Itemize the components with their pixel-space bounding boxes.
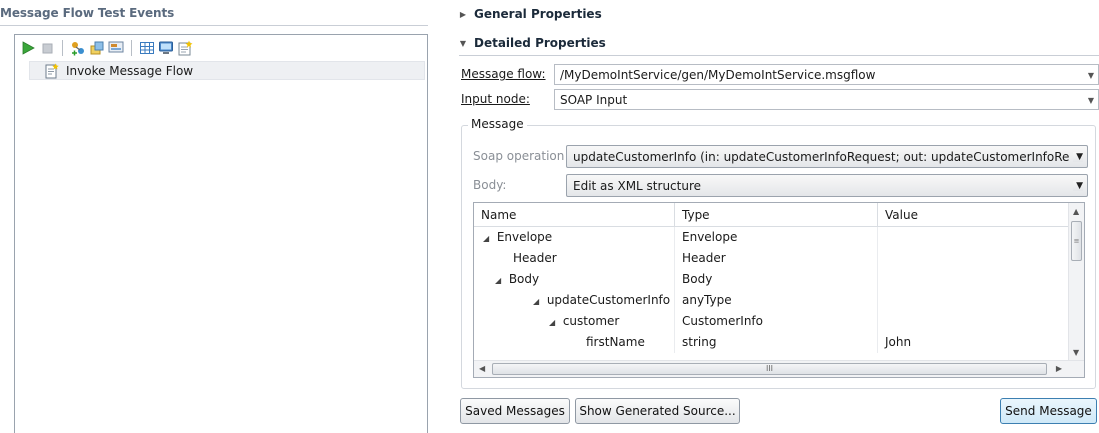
expand-arrow-icon[interactable]: ◢ [495,270,505,290]
row-type: Envelope [675,227,878,248]
table-icon[interactable] [139,40,155,56]
table-row[interactable]: Header Header [474,248,1070,269]
table-body: ◢ Envelope Envelope Header Header ◢ Body… [474,227,1070,353]
show-generated-source-button[interactable]: Show Generated Source... [575,398,740,424]
row-name: customer [562,314,620,328]
row-name: updateCustomerInfo [546,293,671,307]
row-type: Header [675,248,878,269]
row-value[interactable] [878,290,1070,311]
edit-icon[interactable] [89,40,105,56]
run-icon[interactable] [20,40,36,56]
tree-item-invoke-message-flow[interactable]: Invoke Message Flow [29,61,425,80]
row-name: firstName [586,335,645,349]
column-header-value[interactable]: Value [878,203,1070,227]
invoke-event-icon [44,63,60,79]
chevron-down-icon[interactable]: ▼ [1088,96,1094,105]
soap-operation-select[interactable]: updateCustomerInfo (in: updateCustomerIn… [566,145,1088,168]
scroll-thumb[interactable]: ≡ [1071,221,1082,261]
saved-messages-button[interactable]: Saved Messages [460,398,570,424]
general-properties-section[interactable]: ▶ General Properties [459,7,602,21]
combo-value: /MyDemoIntService/gen/MyDemoIntService.m… [560,67,876,82]
table-row[interactable]: firstName string John [474,332,1070,353]
input-node-label[interactable]: Input node: [461,92,530,106]
monitor-icon[interactable] [108,40,124,56]
row-value[interactable] [878,311,1070,332]
test-events-panel: Invoke Message Flow [14,34,428,433]
tree-item-label: Invoke Message Flow [66,63,194,78]
expand-arrow-icon[interactable]: ◢ [533,291,543,311]
row-type: CustomerInfo [675,311,878,332]
scroll-left-icon[interactable]: ◀ [479,364,485,373]
vertical-scrollbar[interactable]: ▲ ≡ ▼ [1068,203,1084,361]
toolbar-separator [131,40,132,56]
select-value: updateCustomerInfo (in: updateCustomerIn… [573,149,1070,164]
row-value[interactable]: John [878,332,1070,353]
display-icon[interactable] [158,40,174,56]
message-group-legend: Message [468,117,527,131]
chevron-down-icon[interactable]: ▼ [1073,181,1083,191]
row-value[interactable] [878,269,1070,290]
column-header-type[interactable]: Type [675,203,878,227]
stop-icon[interactable] [39,40,55,56]
message-flow-combo[interactable]: /MyDemoIntService/gen/MyDemoIntService.m… [554,64,1099,85]
row-type: string [675,332,878,353]
row-value[interactable] [878,248,1070,269]
new-event-icon[interactable] [177,40,193,56]
horizontal-scrollbar[interactable]: ◀ III ▶ [474,360,1084,377]
row-name: Body [508,272,540,286]
expanded-twisty-icon: ▼ [459,38,467,48]
row-type: Body [675,269,878,290]
select-value: Edit as XML structure [573,178,702,193]
section-divider [459,55,1099,56]
scroll-right-icon[interactable]: ▶ [1056,364,1062,373]
collapsed-twisty-icon: ▶ [459,9,467,19]
section-title: General Properties [474,7,602,21]
toolbar-separator [62,40,63,56]
section-title: Detailed Properties [474,36,606,50]
table-row[interactable]: ◢ customer CustomerInfo [474,311,1070,332]
title-divider [0,25,428,26]
message-structure-table[interactable]: Name Type Value ◢ Envelope Envelope Head… [473,202,1085,378]
body-label: Body: [473,178,507,192]
table-row[interactable]: ◢ Envelope Envelope [474,227,1070,248]
scroll-down-icon[interactable]: ▼ [1073,348,1079,357]
message-flow-label[interactable]: Message flow: [461,67,546,81]
input-node-combo[interactable]: SOAP Input ▼ [554,89,1099,110]
expand-arrow-icon[interactable]: ◢ [483,228,493,248]
detailed-properties-section[interactable]: ▼ Detailed Properties [459,36,606,50]
scroll-thumb[interactable]: III [492,363,1047,375]
table-row[interactable]: ◢ Body Body [474,269,1070,290]
row-type: anyType [675,290,878,311]
chevron-down-icon[interactable]: ▼ [1073,152,1083,162]
row-value[interactable] [878,227,1070,248]
soap-operation-label: Soap operation [473,149,565,163]
new-flow-icon[interactable] [70,40,86,56]
table-row[interactable]: ◢ updateCustomerInfo anyType [474,290,1070,311]
row-name: Envelope [496,230,553,244]
column-header-name[interactable]: Name [474,203,675,227]
chevron-down-icon[interactable]: ▼ [1088,71,1094,80]
send-message-button[interactable]: Send Message [1000,398,1097,424]
scroll-up-icon[interactable]: ▲ [1073,207,1079,216]
expand-arrow-icon[interactable]: ◢ [549,312,559,332]
combo-value: SOAP Input [560,92,628,107]
events-toolbar [15,35,427,61]
table-header: Name Type Value [474,203,1070,227]
row-name: Header [513,251,557,265]
body-edit-mode-select[interactable]: Edit as XML structure ▼ [566,174,1088,197]
test-events-title: Message Flow Test Events [0,6,175,20]
